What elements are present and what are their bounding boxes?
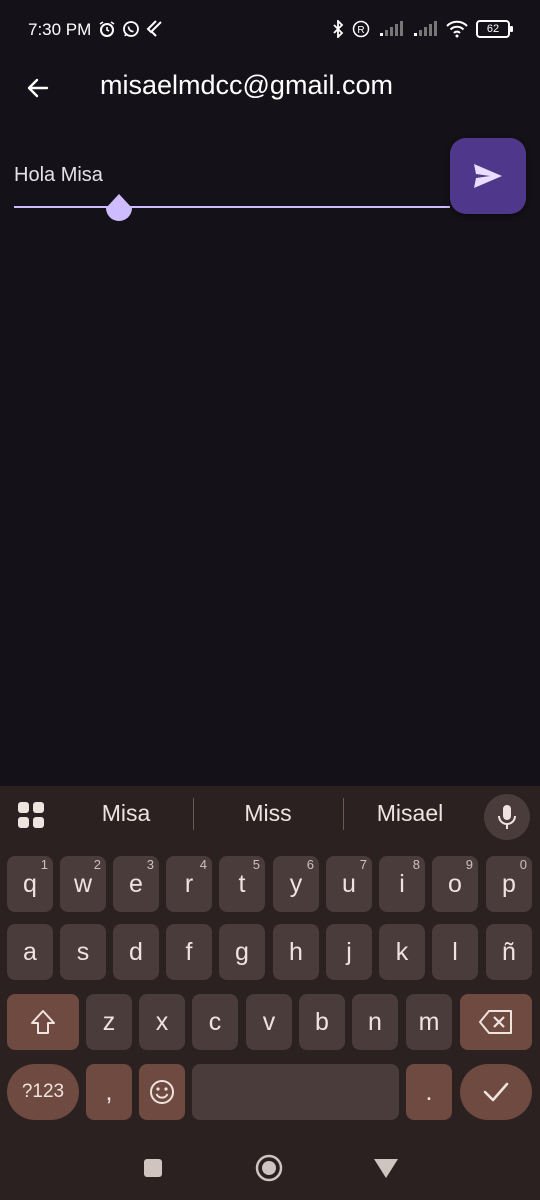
arrow-back-icon — [27, 78, 49, 98]
divider — [343, 798, 344, 830]
status-bar: 7:30 PM R 62 — [0, 0, 540, 60]
square-icon — [144, 1159, 162, 1177]
status-time: 7:30 PM — [28, 20, 92, 39]
grid-menu-icon[interactable] — [16, 800, 46, 830]
circle-icon — [255, 1154, 283, 1182]
input-underline — [14, 206, 450, 208]
flutter-icon — [146, 20, 162, 38]
key-r[interactable]: r4 — [166, 856, 212, 912]
bluetooth-icon — [332, 20, 344, 38]
key-e[interactable]: e3 — [113, 856, 159, 912]
whatsapp-icon — [122, 20, 140, 38]
wifi-icon — [446, 20, 468, 38]
key-enye[interactable]: ñ — [486, 924, 532, 980]
backspace-icon — [479, 1010, 512, 1034]
signal-icon — [412, 21, 438, 37]
shift-key[interactable] — [7, 994, 79, 1050]
key-g[interactable]: g — [219, 924, 265, 980]
alarm-icon — [98, 20, 116, 38]
key-v[interactable]: v — [246, 994, 292, 1050]
send-button[interactable] — [450, 138, 526, 214]
key-b[interactable]: b — [299, 994, 345, 1050]
emoji-key[interactable] — [139, 1064, 185, 1120]
suggestion-bar: Misa Miss Misael — [0, 786, 540, 846]
key-o[interactable]: o9 — [432, 856, 478, 912]
key-u[interactable]: u7 — [326, 856, 372, 912]
check-icon — [483, 1082, 509, 1102]
status-icons-right: R 62 — [332, 20, 513, 38]
mic-icon — [498, 805, 516, 829]
navigation-bar — [0, 1136, 540, 1200]
back-button[interactable] — [18, 68, 58, 108]
triangle-back-icon — [374, 1159, 398, 1178]
status-icons-left — [98, 20, 162, 38]
key-w[interactable]: w2 — [60, 856, 106, 912]
key-j[interactable]: j — [326, 924, 372, 980]
key-p[interactable]: p0 — [486, 856, 532, 912]
key-a[interactable]: a — [7, 924, 53, 980]
svg-text:R: R — [357, 25, 364, 36]
key-h[interactable]: h — [273, 924, 319, 980]
battery-icon: 62 — [476, 20, 513, 38]
home-button[interactable] — [253, 1152, 285, 1184]
key-z[interactable]: z — [86, 994, 132, 1050]
key-k[interactable]: k — [379, 924, 425, 980]
key-d[interactable]: d — [113, 924, 159, 980]
key-s[interactable]: s — [60, 924, 106, 980]
suggestion-2[interactable]: Miss — [203, 800, 333, 827]
key-y[interactable]: y6 — [273, 856, 319, 912]
mic-button[interactable] — [484, 794, 530, 840]
signal-icon — [378, 21, 404, 37]
space-key[interactable] — [192, 1064, 399, 1120]
message-text[interactable]: Hola Misa — [14, 164, 103, 187]
suggestion-3[interactable]: Misael — [345, 800, 475, 827]
back-nav-button[interactable] — [370, 1152, 402, 1184]
key-f[interactable]: f — [166, 924, 212, 980]
page-title: misaelmdcc@gmail.com — [100, 70, 393, 100]
key-i[interactable]: i8 — [379, 856, 425, 912]
message-input[interactable]: Hola Misa — [14, 150, 450, 221]
key-t[interactable]: t5 — [219, 856, 265, 912]
recents-button[interactable] — [137, 1152, 169, 1184]
enter-key[interactable] — [460, 1064, 532, 1120]
period-key[interactable]: . — [406, 1064, 452, 1120]
key-l[interactable]: l — [432, 924, 478, 980]
roaming-icon: R — [352, 20, 370, 38]
app-bar: misaelmdcc@gmail.com — [0, 60, 540, 116]
key-x[interactable]: x — [139, 994, 185, 1050]
key-q[interactable]: q1 — [7, 856, 53, 912]
key-m[interactable]: m — [406, 994, 452, 1050]
suggestion-1[interactable]: Misa — [61, 800, 191, 827]
symbols-key[interactable]: ?123 — [7, 1064, 79, 1120]
key-c[interactable]: c — [192, 994, 238, 1050]
emoji-icon — [150, 1080, 174, 1104]
key-n[interactable]: n — [352, 994, 398, 1050]
backspace-key[interactable] — [460, 994, 532, 1050]
divider — [193, 798, 194, 830]
shift-icon — [31, 1010, 55, 1034]
send-icon — [474, 164, 502, 188]
cursor-handle[interactable] — [104, 194, 134, 228]
comma-key[interactable]: , — [86, 1064, 132, 1120]
